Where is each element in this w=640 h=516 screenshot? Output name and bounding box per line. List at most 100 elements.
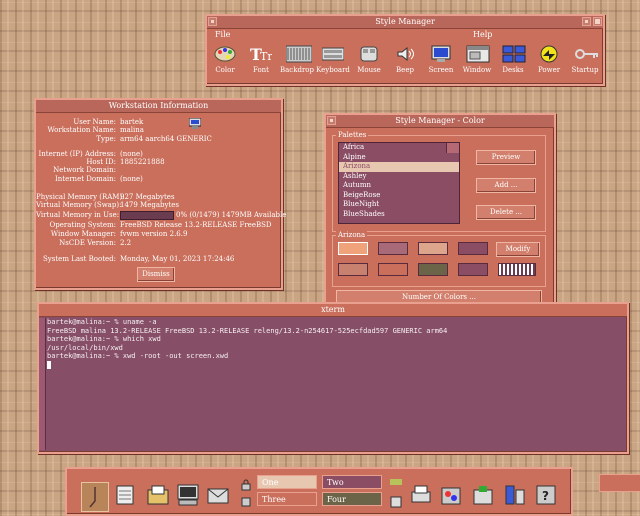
- ws-row-label: Network Domain:: [53, 166, 116, 174]
- ws-row-label: Host ID:: [86, 158, 116, 166]
- ws-row-value: 1479 Megabytes: [120, 201, 179, 209]
- ws-row-label: Workstation Name:: [47, 126, 116, 134]
- ws-row-label: Type:: [96, 135, 116, 143]
- mail-icon[interactable]: [207, 484, 229, 506]
- ws-row-label: Physical Memory (RAM):: [36, 193, 125, 201]
- ws-row-value: 1885221888: [120, 158, 165, 166]
- palette-scrollbar[interactable]: [446, 143, 459, 153]
- color-swatch[interactable]: [418, 263, 448, 276]
- minimize-button[interactable]: [582, 17, 591, 26]
- delete-button[interactable]: Delete ...: [476, 205, 536, 220]
- xterm-output[interactable]: bartek@malina:~ % uname -a FreeBSD malin…: [47, 318, 447, 371]
- workstation-titlebar[interactable]: Workstation Information: [36, 100, 281, 113]
- keyboard-button[interactable]: Keyboard: [315, 45, 351, 74]
- calendar-icon[interactable]: [115, 484, 137, 506]
- logout-icon[interactable]: [240, 496, 252, 508]
- palette-icon: [214, 45, 236, 63]
- maximize-button[interactable]: [593, 17, 602, 26]
- startup-button[interactable]: Startup: [567, 45, 603, 74]
- workspace-three[interactable]: Three: [257, 492, 317, 506]
- workspace-two[interactable]: Two: [322, 475, 382, 489]
- add-button[interactable]: Add ...: [476, 178, 536, 193]
- xterm-title: xterm: [321, 305, 345, 314]
- svg-text:?: ?: [542, 489, 549, 503]
- color-swatch[interactable]: [378, 263, 408, 276]
- speaker-icon: [394, 45, 416, 63]
- swatch-stripes[interactable]: [498, 263, 536, 276]
- style-manager-titlebar[interactable]: Style Manager: [207, 16, 603, 29]
- window-button[interactable]: Window: [459, 45, 495, 74]
- color-swatch[interactable]: [418, 242, 448, 255]
- palette-item[interactable]: Ashley: [339, 172, 459, 182]
- ws-row-value: 2.2: [120, 239, 132, 247]
- computer-icon: [188, 117, 202, 129]
- screen-button[interactable]: Screen: [423, 45, 459, 74]
- xterm-titlebar[interactable]: xterm: [39, 304, 627, 317]
- ws-row-label: System Last Booted:: [43, 255, 116, 263]
- ws-row-value: 0% (0/1479) 1479MB Available: [176, 211, 287, 219]
- menu-help[interactable]: Help: [473, 29, 492, 41]
- window-menu-button[interactable]: [327, 116, 336, 125]
- font-button[interactable]: T Tr Font: [243, 45, 279, 74]
- palette-item[interactable]: Africa: [339, 143, 459, 153]
- ws-row-value: arm64 aarch64 GENERIC: [120, 135, 212, 143]
- palette-list[interactable]: Africa Alpine Arizona Ashley Autumn BeigeRose…: [338, 142, 460, 224]
- style-color-window: Style Manager - Color Palettes Africa Alp…: [324, 113, 556, 307]
- palette-item[interactable]: Arizona: [339, 162, 459, 172]
- terminal-icon[interactable]: [177, 484, 199, 506]
- ws-row-value: FreeBSD Release 13.2-RELEASE FreeBSD: [120, 221, 272, 229]
- beep-button[interactable]: Beep: [387, 45, 423, 74]
- printer-icon[interactable]: [410, 484, 432, 506]
- ws-row-label: Operating System:: [49, 221, 116, 229]
- style-manager-menubar: File Help: [207, 29, 603, 41]
- panel-handle[interactable]: [599, 474, 640, 492]
- text-cursor: [47, 360, 51, 369]
- palette-item[interactable]: Alpine: [339, 153, 459, 163]
- mouse-button[interactable]: Mouse: [351, 45, 387, 74]
- ws-row-label: User Name:: [73, 118, 116, 126]
- app-manager-icon[interactable]: [472, 484, 494, 506]
- power-icon: [538, 45, 560, 63]
- color-swatch[interactable]: [458, 242, 488, 255]
- modify-button[interactable]: Modify: [496, 242, 540, 257]
- palette-item[interactable]: BlueShades: [339, 210, 459, 220]
- color-swatch[interactable]: [338, 263, 368, 276]
- keyboard-icon: [321, 45, 345, 63]
- palette-item[interactable]: BeigeRose: [339, 191, 459, 201]
- help-icon[interactable]: ?: [535, 484, 557, 506]
- palette-item[interactable]: Autumn: [339, 181, 459, 191]
- window-menu-button[interactable]: [208, 17, 217, 26]
- style-manager-icon[interactable]: [440, 484, 462, 506]
- color-button[interactable]: Color: [207, 45, 243, 74]
- current-palette-label: Arizona: [336, 231, 368, 239]
- ws-row-label: NsCDE Version:: [59, 239, 116, 247]
- desks-button[interactable]: Desks: [495, 45, 531, 74]
- clock-icon[interactable]: [81, 482, 109, 512]
- xterm-scrollbar[interactable]: [39, 318, 46, 450]
- desks-icon: [502, 45, 526, 63]
- workspace-four[interactable]: Four: [322, 492, 382, 506]
- file-manager-icon[interactable]: [147, 484, 169, 506]
- lock-icon[interactable]: [240, 479, 252, 491]
- style-manager-toolbar: Color T Tr Font Backdrop Keyboard Mouse B…: [207, 41, 603, 74]
- color-swatch[interactable]: [458, 263, 488, 276]
- style-manager-window: Style Manager File Help Color T Tr Font B…: [205, 14, 605, 86]
- dismiss-button[interactable]: Dismiss: [137, 267, 175, 282]
- palettes-label: Palettes: [336, 131, 369, 139]
- workspace-one[interactable]: One: [257, 475, 317, 489]
- menu-file[interactable]: File: [215, 30, 230, 39]
- color-swatch[interactable]: [338, 242, 368, 255]
- pager-icon[interactable]: [390, 496, 402, 508]
- ws-row-value: 927 Megabytes: [120, 193, 175, 201]
- palette-item[interactable]: BlueNight: [339, 200, 459, 210]
- backdrop-button[interactable]: Backdrop: [279, 45, 315, 74]
- ws-row-label: Virtual Memory in Use:: [36, 211, 120, 219]
- power-button[interactable]: Power: [531, 45, 567, 74]
- style-color-titlebar[interactable]: Style Manager - Color: [326, 115, 554, 128]
- color-swatch[interactable]: [378, 242, 408, 255]
- preview-button[interactable]: Preview: [476, 150, 536, 165]
- desktop-apps-icon[interactable]: [504, 484, 526, 506]
- workspace-indicator: [390, 479, 402, 485]
- ws-row-value: (none): [120, 150, 143, 158]
- backdrop-icon: [285, 45, 313, 63]
